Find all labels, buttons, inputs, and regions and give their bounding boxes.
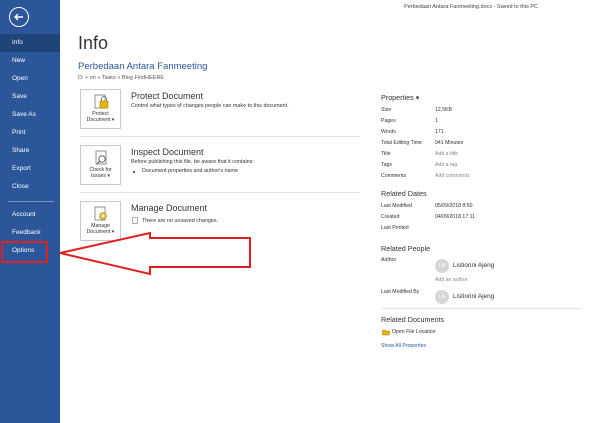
annotation-arrow-icon [59, 231, 251, 276]
